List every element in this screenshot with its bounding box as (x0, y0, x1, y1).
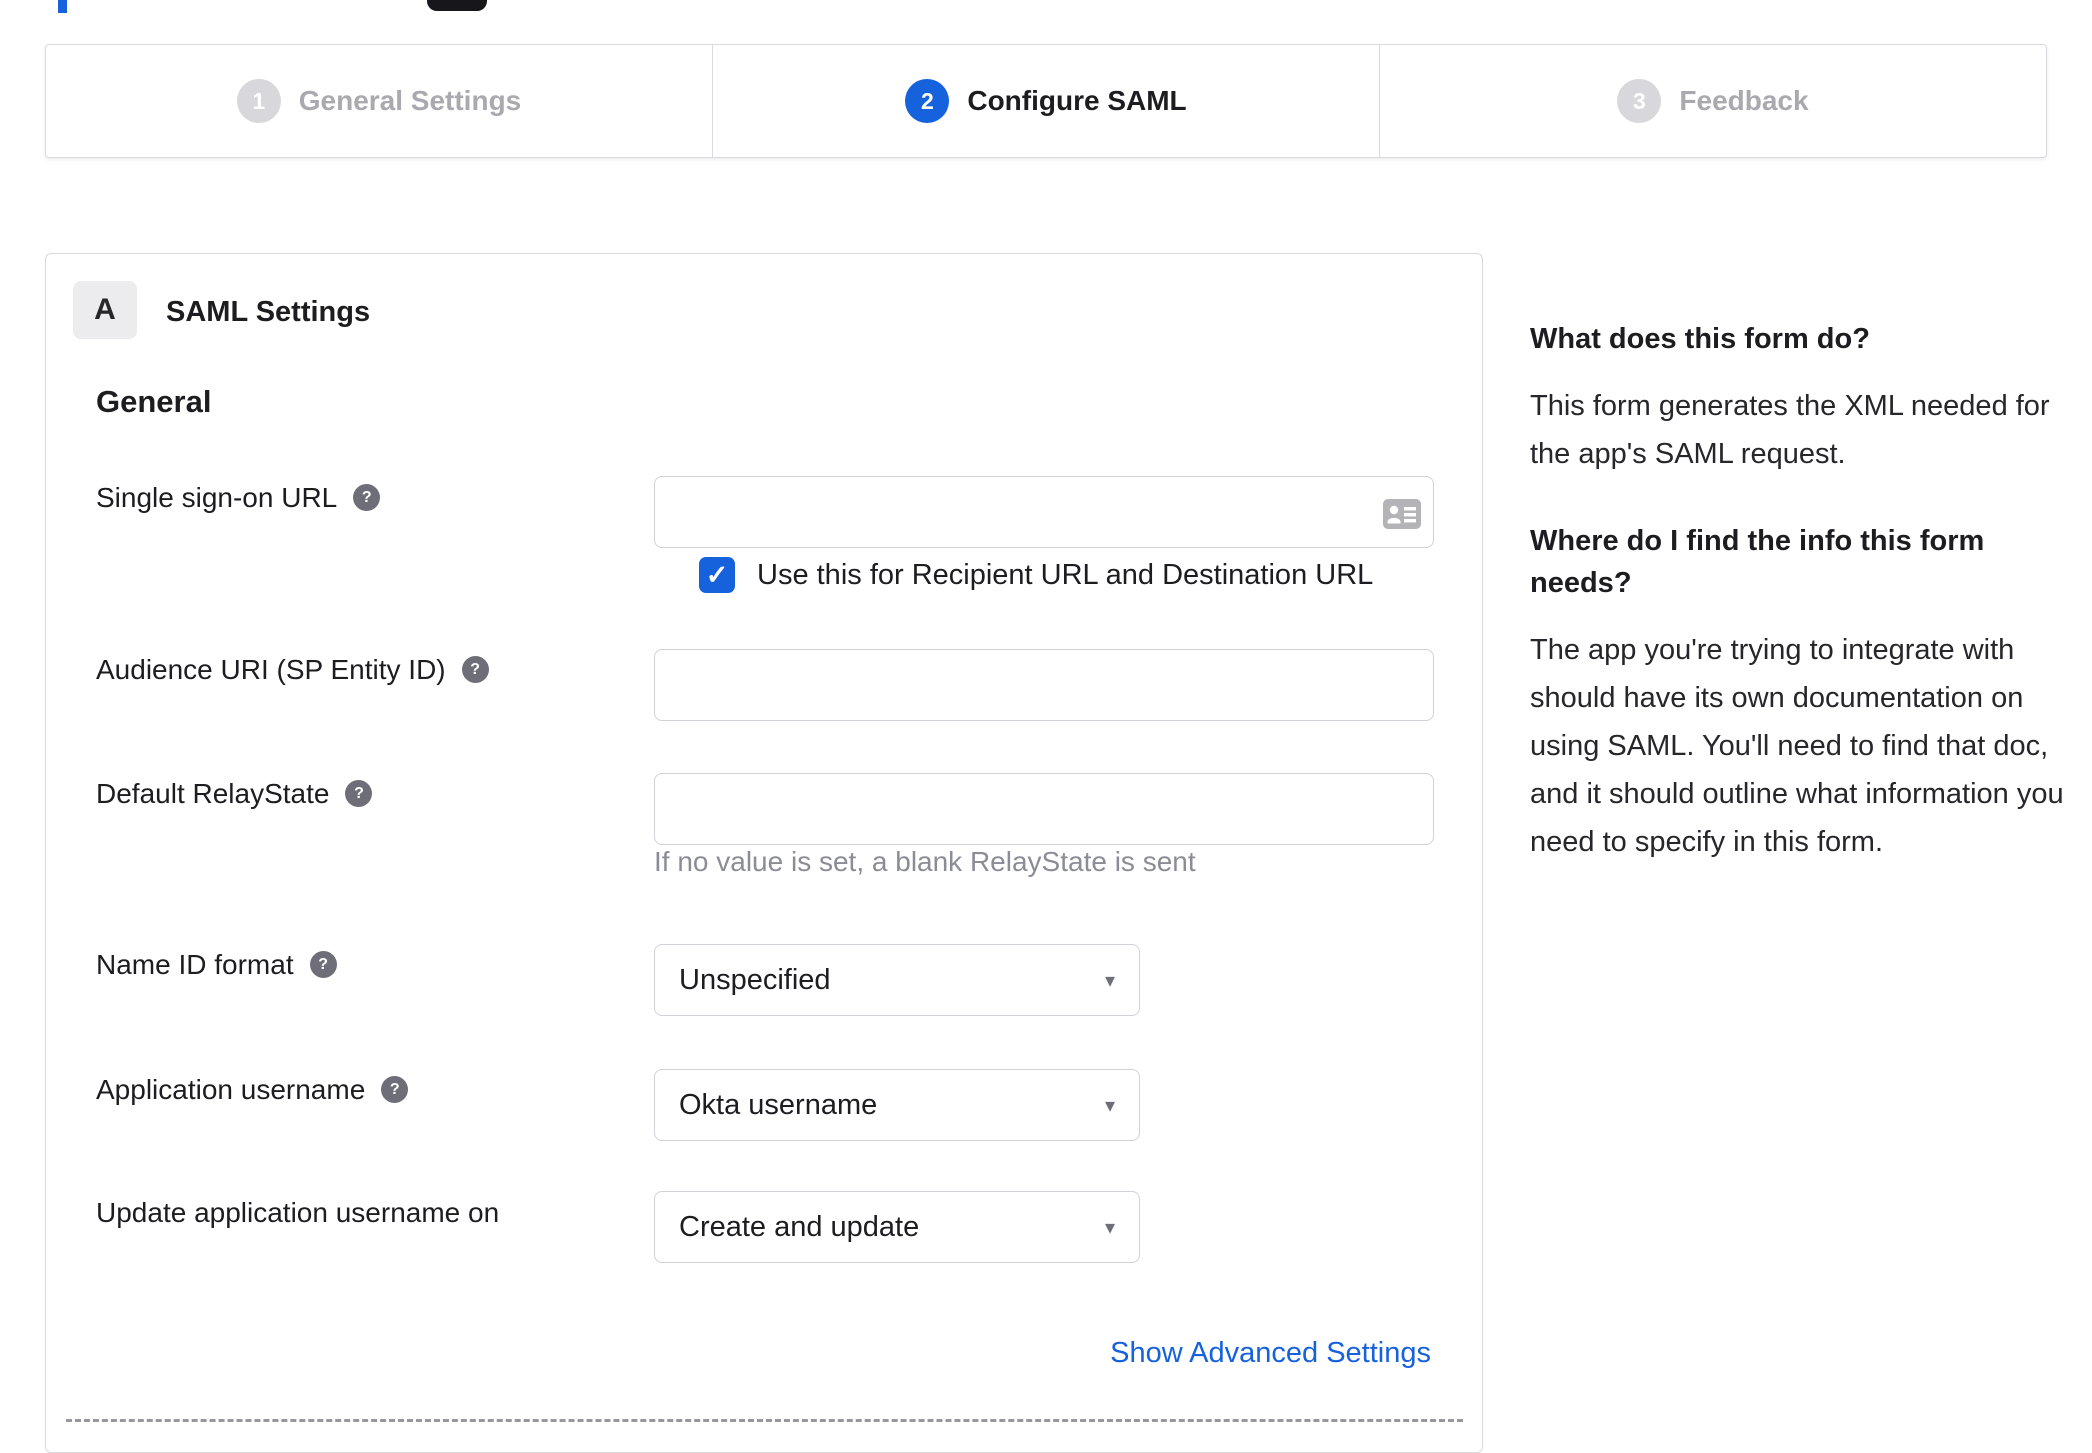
chevron-down-icon: ▾ (1104, 1094, 1115, 1117)
single-sign-on-url-input[interactable] (654, 476, 1434, 548)
select-value: Unspecified (679, 963, 831, 996)
field-label-text: Audience URI (SP Entity ID) (96, 654, 446, 685)
step-feedback[interactable]: 3 Feedback (1380, 45, 2046, 157)
contact-card-icon (1383, 499, 1421, 529)
audience-uri-label: Audience URI (SP Entity ID)? (96, 654, 489, 686)
step-label: General Settings (298, 85, 522, 116)
help-icon[interactable]: ? (345, 780, 373, 808)
chevron-down-icon: ▾ (1104, 969, 1115, 992)
clipped-title-fragment-dark (427, 0, 487, 11)
update-application-username-label: Update application username on (96, 1197, 499, 1229)
step-general-settings[interactable]: 1 General Settings (46, 45, 713, 157)
step-label: Feedback (1679, 85, 1809, 116)
default-relaystate-label: Default RelayState? (96, 778, 373, 810)
application-username-select[interactable]: Okta username ▾ (654, 1069, 1140, 1141)
help-icon[interactable]: ? (381, 1076, 409, 1104)
step-number-badge: 2 (905, 79, 950, 123)
field-label-text: Single sign-on URL (96, 482, 338, 513)
group-title-general: General (96, 384, 212, 419)
audience-uri-input[interactable] (654, 649, 1434, 721)
single-sign-on-url-label: Single sign-on URL? (96, 482, 381, 514)
checkbox-label: Use this for Recipient URL and Destinati… (757, 558, 1374, 591)
clipped-title-fragment-blue (58, 0, 67, 13)
wizard-stepper: 1 General Settings 2 Configure SAML 3 Fe… (45, 44, 2047, 158)
section-title: SAML Settings (166, 296, 371, 328)
checkmark-icon: ✓ (705, 559, 729, 590)
select-value: Okta username (679, 1088, 878, 1121)
chevron-down-icon: ▾ (1104, 1216, 1115, 1239)
recipient-url-checkbox-row[interactable]: ✓ Use this for Recipient URL and Destina… (699, 557, 1373, 593)
step-label: Configure SAML (967, 85, 1187, 116)
show-advanced-settings-link[interactable]: Show Advanced Settings (1110, 1337, 1431, 1370)
select-value: Create and update (679, 1210, 920, 1243)
step-number-badge: 1 (236, 79, 281, 123)
field-label-text: Name ID format (96, 949, 294, 980)
saml-settings-card: A SAML Settings General Single sign-on U… (45, 253, 1483, 1453)
help-icon[interactable]: ? (353, 484, 381, 512)
field-label-text: Default RelayState (96, 778, 330, 809)
step-configure-saml[interactable]: 2 Configure SAML (713, 45, 1380, 157)
help-heading-2: Where do I find the info this form needs… (1530, 525, 1985, 599)
name-id-format-select[interactable]: Unspecified ▾ (654, 944, 1140, 1016)
name-id-format-label: Name ID format? (96, 949, 337, 981)
relaystate-helper-text: If no value is set, a blank RelayState i… (654, 846, 1196, 877)
field-label-text: Update application username on (96, 1197, 500, 1228)
update-application-username-select[interactable]: Create and update ▾ (654, 1191, 1140, 1263)
help-body-1: This form generates the XML needed for t… (1530, 390, 2050, 470)
help-heading-1: What does this form do? (1530, 323, 1870, 355)
checkbox-checked[interactable]: ✓ (699, 557, 735, 593)
help-body-2: The app you're trying to integrate with … (1530, 634, 2064, 858)
help-icon[interactable]: ? (461, 656, 489, 684)
default-relaystate-input[interactable] (654, 773, 1434, 845)
application-username-label: Application username? (96, 1074, 409, 1106)
help-icon[interactable]: ? (309, 951, 337, 979)
help-sidebar: What does this form do? This form genera… (1530, 318, 2078, 908)
field-label-text: Application username (96, 1074, 366, 1105)
section-a-badge: A (73, 281, 137, 339)
dashed-divider (66, 1419, 1463, 1422)
step-number-badge: 3 (1617, 79, 1662, 123)
